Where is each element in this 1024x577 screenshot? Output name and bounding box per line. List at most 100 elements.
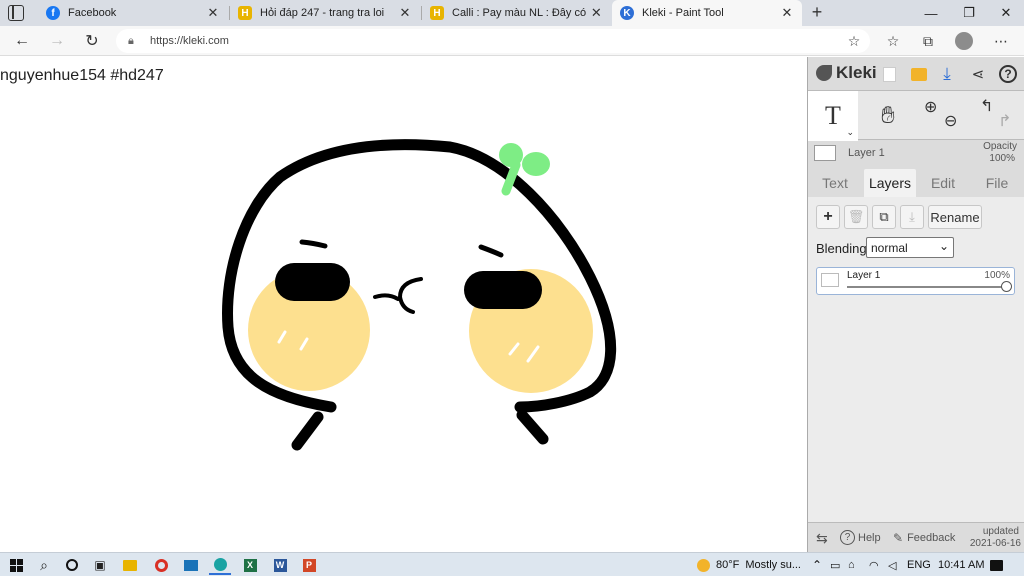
- updated-label: updated: [982, 526, 1019, 537]
- layer-opacity-slider-handle[interactable]: [1001, 281, 1012, 292]
- tab-hoidap[interactable]: H Hỏi đáp 247 - trang tra loi ✕: [230, 0, 420, 26]
- lock-icon: 🔒︎: [128, 34, 134, 47]
- windows-start-icon[interactable]: [5, 555, 27, 575]
- duplicate-layer-button[interactable]: ⧉: [872, 205, 896, 229]
- delete-layer-button[interactable]: 🗑︎: [844, 205, 868, 229]
- feedback-link[interactable]: ✎ Feedback: [893, 531, 955, 545]
- clock-time[interactable]: 10:41 AM: [938, 553, 984, 577]
- tab-actions-icon[interactable]: [8, 5, 24, 21]
- kleki-logo[interactable]: Kleki: [816, 63, 877, 83]
- tab-text[interactable]: Text: [810, 169, 860, 197]
- tab-edit[interactable]: Edit: [918, 169, 968, 197]
- edge-icon[interactable]: [209, 555, 231, 575]
- help-link[interactable]: ? Help: [840, 530, 881, 545]
- desktop-app-icon[interactable]: [180, 555, 202, 575]
- swap-side-icon[interactable]: ⇆: [816, 530, 828, 547]
- address-bar-row: ← → ↻ 🔒︎ https://kleki.com ☆ ☆ ⧉ ⋯: [0, 26, 1024, 56]
- tab-layers[interactable]: Layers: [864, 169, 916, 197]
- tab-file[interactable]: File: [972, 169, 1022, 197]
- battery-icon[interactable]: ▭: [830, 553, 840, 577]
- undo-icon[interactable]: ↰: [980, 96, 993, 116]
- close-tab-icon[interactable]: ✕: [398, 5, 412, 21]
- kleki-panel: Kleki ⤓ ⋖ ? T ⌄ ✋︎ ⊕ ⊖ ↰ ↱ Layer 1 Opaci…: [807, 57, 1024, 552]
- text-tool-icon: T: [825, 101, 841, 130]
- help-circle-icon: ?: [840, 530, 855, 545]
- minimize-button[interactable]: —: [913, 0, 949, 26]
- hoidap-icon: H: [430, 6, 444, 20]
- powerpoint-icon[interactable]: P: [298, 555, 320, 575]
- hoidap-icon: H: [238, 6, 252, 20]
- new-image-icon[interactable]: [878, 63, 900, 85]
- layer-item-opacity: 100%: [984, 270, 1010, 281]
- facebook-icon: f: [46, 6, 60, 20]
- weather-widget[interactable]: 80°F Mostly su...: [697, 553, 801, 577]
- text-tool-button[interactable]: T ⌄: [808, 91, 858, 141]
- chevron-down-icon[interactable]: ⌄: [846, 127, 854, 138]
- wifi-icon[interactable]: ◠: [869, 553, 879, 577]
- layer-thumbnail[interactable]: [814, 145, 836, 161]
- url-field[interactable]: 🔒︎ https://kleki.com: [116, 29, 870, 53]
- refresh-button[interactable]: ↻: [81, 30, 103, 52]
- open-folder-icon[interactable]: [908, 63, 930, 85]
- word-icon[interactable]: W: [269, 555, 291, 575]
- layers-tab-content: + 🗑︎ ⧉ ⤓ Rename Blending normal ⌄ Layer …: [808, 197, 1024, 522]
- more-menu-icon[interactable]: ⋯: [990, 30, 1012, 52]
- close-tab-icon[interactable]: ✕: [206, 5, 220, 21]
- network-icon[interactable]: ⌂: [848, 553, 855, 577]
- tab-kleki[interactable]: K Kleki - Paint Tool ✕: [612, 0, 802, 26]
- current-layer-name: Layer 1: [848, 147, 885, 159]
- cortana-icon[interactable]: [61, 555, 83, 575]
- hand-tool-button[interactable]: ✋︎: [863, 91, 913, 141]
- forward-button[interactable]: →: [46, 30, 68, 52]
- share-icon[interactable]: ⋖: [967, 63, 989, 85]
- sprout-leaf-right: [522, 152, 550, 176]
- back-button[interactable]: ←: [11, 30, 33, 52]
- tab-title: Facebook: [68, 7, 117, 19]
- search-icon[interactable]: ⌕: [33, 555, 55, 575]
- tool-row: T ⌄ ✋︎ ⊕ ⊖ ↰ ↱: [808, 90, 1024, 141]
- close-tab-icon[interactable]: ✕: [591, 5, 602, 21]
- language-indicator[interactable]: ENG: [907, 553, 931, 577]
- blending-select[interactable]: normal ⌄: [866, 237, 954, 258]
- logo-text: Kleki: [836, 63, 877, 82]
- close-tab-icon[interactable]: ✕: [780, 5, 794, 21]
- task-view-icon[interactable]: ▣: [89, 555, 111, 575]
- help-icon[interactable]: ?: [997, 63, 1019, 85]
- chevron-up-icon[interactable]: ⌃: [812, 553, 822, 577]
- merge-layer-button[interactable]: ⤓: [900, 205, 924, 229]
- new-tab-button[interactable]: +: [807, 2, 827, 24]
- layer-opacity-slider-track[interactable]: [847, 286, 1007, 288]
- favorite-star-icon[interactable]: ☆: [843, 30, 865, 52]
- left-eyebrow: [299, 239, 328, 249]
- restore-button[interactable]: ❐: [951, 0, 987, 26]
- drawing: [222, 139, 617, 451]
- panel-footer: ⇆ ? Help ✎ Feedback updated 2021-06-16: [808, 522, 1024, 552]
- weather-temp: 80°F: [716, 559, 740, 571]
- file-explorer-icon[interactable]: [119, 555, 141, 575]
- collections-icon[interactable]: ⧉: [917, 30, 939, 52]
- zoom-out-icon[interactable]: ⊖: [944, 111, 957, 131]
- close-window-button[interactable]: ✕: [988, 0, 1024, 26]
- layer-item-thumbnail: [821, 273, 839, 287]
- tab-facebook[interactable]: f Facebook ✕: [38, 0, 228, 26]
- redo-icon[interactable]: ↱: [998, 111, 1011, 131]
- zoom-buttons[interactable]: ⊕ ⊖: [916, 91, 966, 141]
- layer-item-name: Layer 1: [847, 270, 881, 281]
- left-eye: [275, 263, 350, 301]
- undo-redo-buttons[interactable]: ↰ ↱: [970, 91, 1020, 141]
- tab-title: Kleki - Paint Tool: [642, 7, 724, 19]
- excel-icon[interactable]: X: [239, 555, 261, 575]
- layer-item[interactable]: Layer 1 100%: [816, 267, 1015, 295]
- drawing-canvas[interactable]: nguyenhue154 #hd247: [0, 57, 807, 552]
- volume-icon[interactable]: ◁: [888, 553, 896, 577]
- favorites-icon[interactable]: ☆: [882, 30, 904, 52]
- tab-calli[interactable]: H Calli : Pay màu NL : Đây có phải c ✕: [422, 0, 610, 26]
- updated-date: 2021-06-16: [969, 538, 1021, 549]
- add-layer-button[interactable]: +: [816, 205, 840, 229]
- chrome-icon[interactable]: [150, 555, 172, 575]
- rename-button[interactable]: Rename: [928, 205, 982, 229]
- download-icon[interactable]: ⤓: [936, 63, 958, 85]
- profile-avatar[interactable]: [953, 30, 975, 52]
- zoom-in-icon[interactable]: ⊕: [924, 97, 937, 117]
- notifications-icon[interactable]: [990, 553, 1003, 577]
